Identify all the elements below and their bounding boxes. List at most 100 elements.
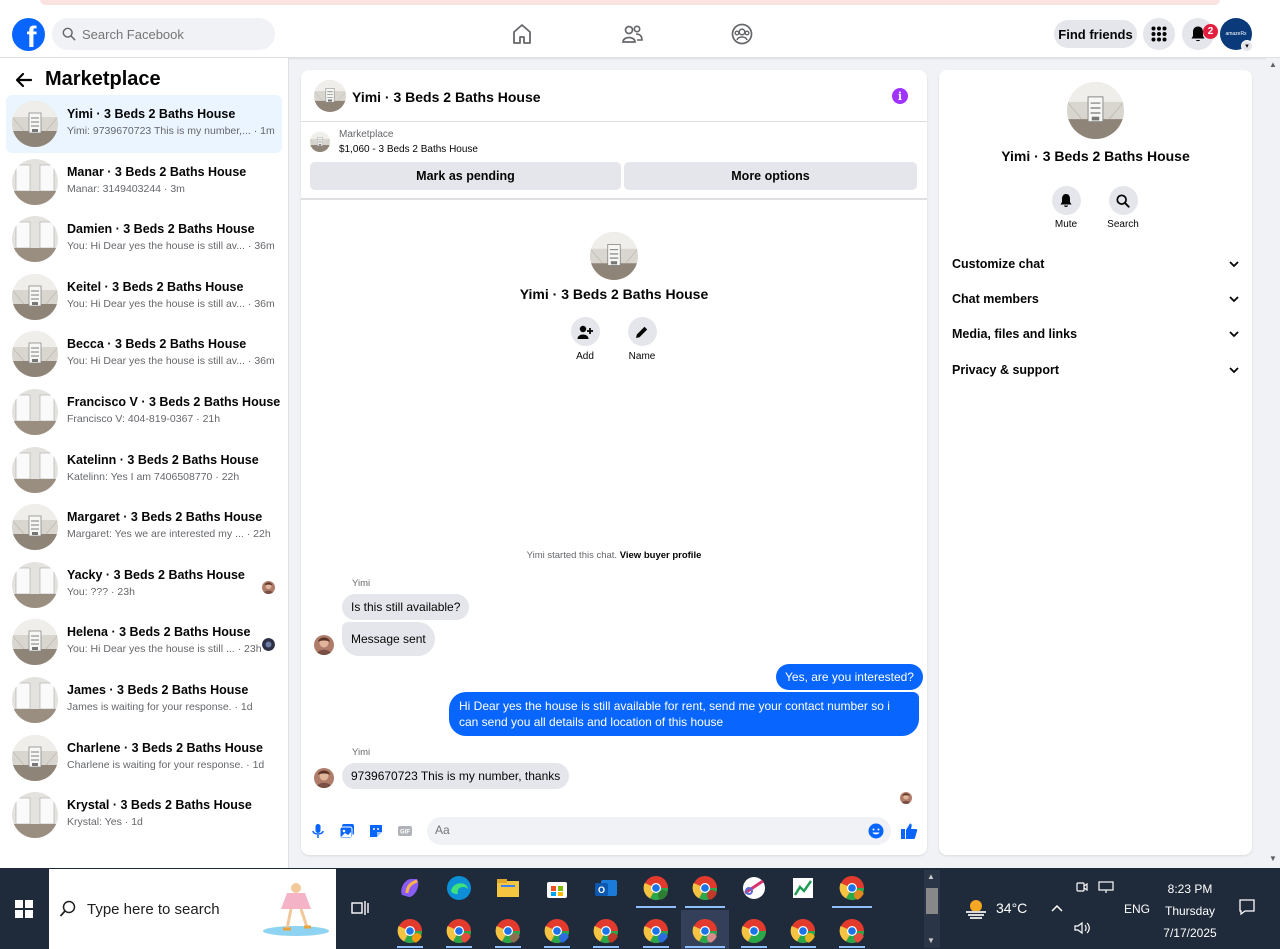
- page-scrollbar[interactable]: ▲ ▼: [1266, 58, 1280, 868]
- panel-avatar[interactable]: [1067, 82, 1124, 139]
- listing-thumbnail: [12, 562, 58, 608]
- chrome-profile-icon[interactable]: [692, 875, 718, 901]
- friends-icon[interactable]: [620, 22, 644, 46]
- chrome-profile-icon[interactable]: [643, 875, 669, 901]
- conversation-item[interactable]: Keitel · 3 Beds 2 Baths House You: Hi De…: [6, 268, 282, 326]
- chrome-profile-icon[interactable]: [446, 918, 472, 944]
- media-files-links-section[interactable]: Media, files and links: [952, 324, 1240, 344]
- task-view-icon[interactable]: [351, 900, 369, 916]
- outlook-icon[interactable]: O: [593, 875, 619, 901]
- add-people-button[interactable]: Add: [565, 317, 605, 362]
- spreadsheet-icon[interactable]: [790, 875, 816, 901]
- conversation-item[interactable]: Yimi · 3 Beds 2 Baths House Yimi: 973967…: [6, 95, 282, 153]
- conversation-item[interactable]: Katelinn · 3 Beds 2 Baths House Katelinn…: [6, 441, 282, 499]
- message-bubble-incoming[interactable]: 9739670723 This is my number, thanks: [342, 763, 570, 789]
- clock[interactable]: 8:23 PM Thursday 7/17/2025: [1150, 878, 1230, 944]
- edit-name-button[interactable]: Name: [622, 317, 662, 362]
- thumbs-up-icon[interactable]: [900, 822, 918, 840]
- windows-start-icon[interactable]: [15, 900, 33, 918]
- scroll-thumb[interactable]: [926, 888, 938, 914]
- more-options-button[interactable]: More options: [624, 162, 917, 190]
- chrome-profile-icon[interactable]: [692, 918, 718, 944]
- conversation-item[interactable]: Manar · 3 Beds 2 Baths House Manar: 3149…: [6, 153, 282, 211]
- chat-avatar[interactable]: [314, 80, 346, 112]
- search-label: Search: [1107, 219, 1139, 230]
- sender-avatar[interactable]: [314, 768, 334, 788]
- view-buyer-profile-link[interactable]: View buyer profile: [620, 550, 702, 561]
- photo-icon[interactable]: [339, 823, 355, 839]
- conversation-item[interactable]: Yacky · 3 Beds 2 Baths House You: ??? · …: [6, 556, 282, 614]
- facebook-logo[interactable]: f: [12, 18, 45, 51]
- taskbar-search[interactable]: Type here to search: [49, 869, 336, 949]
- message-bubble-outgoing[interactable]: Yes, are you interested?: [776, 664, 923, 690]
- chevron-down-icon[interactable]: ▼: [927, 936, 935, 945]
- store-icon[interactable]: [544, 875, 570, 901]
- conversation-item[interactable]: Damien · 3 Beds 2 Baths House You: Hi De…: [6, 210, 282, 268]
- message-input[interactable]: [435, 823, 835, 837]
- scroll-down-arrow-icon[interactable]: ▼: [1269, 854, 1277, 863]
- weather-widget[interactable]: 34°C: [962, 896, 1027, 920]
- conversation-item[interactable]: Becca · 3 Beds 2 Baths House You: Hi Dea…: [6, 325, 282, 383]
- conversation-item[interactable]: Margaret · 3 Beds 2 Baths House Margaret…: [6, 498, 282, 556]
- scroll-up-arrow-icon[interactable]: ▲: [1269, 60, 1277, 69]
- chrome-profile-icon[interactable]: [544, 918, 570, 944]
- customize-chat-section[interactable]: Customize chat: [952, 254, 1240, 274]
- chrome-profile-icon[interactable]: [593, 918, 619, 944]
- listing-thumbnail[interactable]: [310, 132, 330, 152]
- search-highlight-illustration: [263, 883, 329, 936]
- chrome-profile-icon[interactable]: [839, 918, 865, 944]
- back-arrow-icon[interactable]: [14, 70, 34, 90]
- search-input[interactable]: [82, 26, 252, 42]
- listing-price[interactable]: $1,060 - 3 Beds 2 Baths House: [339, 144, 478, 155]
- groups-icon[interactable]: [730, 22, 754, 46]
- message-input-box[interactable]: [427, 817, 891, 845]
- notification-center-icon[interactable]: [1238, 898, 1256, 919]
- chevron-up-icon[interactable]: ▲: [927, 872, 935, 881]
- chrome-profile-icon[interactable]: [790, 918, 816, 944]
- conversation-item[interactable]: Helena · 3 Beds 2 Baths House You: Hi De…: [6, 613, 282, 671]
- taskbar-scroll[interactable]: ▲ ▼: [924, 870, 940, 948]
- edge-icon[interactable]: [446, 875, 472, 901]
- chat-title[interactable]: Yimi · 3 Beds 2 Baths House: [352, 89, 541, 105]
- network-icon[interactable]: [1098, 880, 1114, 897]
- microphone-icon[interactable]: [310, 823, 326, 839]
- find-friends-button[interactable]: Find friends: [1054, 20, 1137, 48]
- info-icon[interactable]: i: [892, 88, 908, 104]
- chevron-down-icon[interactable]: ▾: [1241, 40, 1253, 52]
- chat-header: Yimi · 3 Beds 2 Baths House i: [301, 70, 927, 122]
- privacy-support-section[interactable]: Privacy & support: [952, 360, 1240, 380]
- volume-icon[interactable]: [1073, 920, 1091, 939]
- chat-members-section[interactable]: Chat members: [952, 289, 1240, 309]
- sticker-icon[interactable]: [368, 823, 384, 839]
- file-explorer-icon[interactable]: [495, 875, 521, 901]
- conversation-item[interactable]: Krystal · 3 Beds 2 Baths House Krystal: …: [6, 786, 282, 844]
- chrome-icon[interactable]: [741, 918, 767, 944]
- conversation-item[interactable]: Francisco V · 3 Beds 2 Baths House Franc…: [6, 383, 282, 441]
- home-icon[interactable]: [510, 22, 534, 46]
- gif-icon[interactable]: GIF: [397, 823, 413, 839]
- conversation-preview: You: Hi Dear yes the house is still av..…: [67, 297, 275, 310]
- menu-button[interactable]: [1143, 18, 1175, 50]
- conversation-item[interactable]: Charlene · 3 Beds 2 Baths House Charlene…: [6, 729, 282, 787]
- copilot-icon[interactable]: [397, 875, 423, 901]
- meet-now-icon[interactable]: [1075, 880, 1089, 897]
- language-indicator[interactable]: ENG: [1124, 902, 1150, 916]
- chrome-profile-icon[interactable]: [839, 875, 865, 901]
- search-in-chat-button[interactable]: Search: [1098, 186, 1148, 230]
- chrome-profile-icon[interactable]: [397, 918, 423, 944]
- mark-pending-button[interactable]: Mark as pending: [310, 162, 621, 190]
- chrome-profile-icon[interactable]: [495, 918, 521, 944]
- message-bubble-incoming[interactable]: Is this still available?: [342, 594, 470, 620]
- conversation-item[interactable]: James · 3 Beds 2 Baths House James is wa…: [6, 671, 282, 729]
- chevron-up-icon[interactable]: [1050, 900, 1064, 916]
- search-box[interactable]: [52, 18, 275, 50]
- search-icon: [1116, 193, 1130, 208]
- taskbar-search-placeholder: Type here to search: [87, 900, 220, 918]
- message-bubble-incoming[interactable]: Message sent: [342, 622, 435, 656]
- chrome-profile-icon[interactable]: [643, 918, 669, 944]
- sender-avatar[interactable]: [314, 635, 334, 655]
- emoji-icon[interactable]: [868, 823, 884, 839]
- snipping-tool-icon[interactable]: [741, 875, 767, 901]
- message-bubble-outgoing[interactable]: Hi Dear yes the house is still available…: [449, 692, 919, 736]
- mute-button[interactable]: Mute: [1041, 186, 1091, 230]
